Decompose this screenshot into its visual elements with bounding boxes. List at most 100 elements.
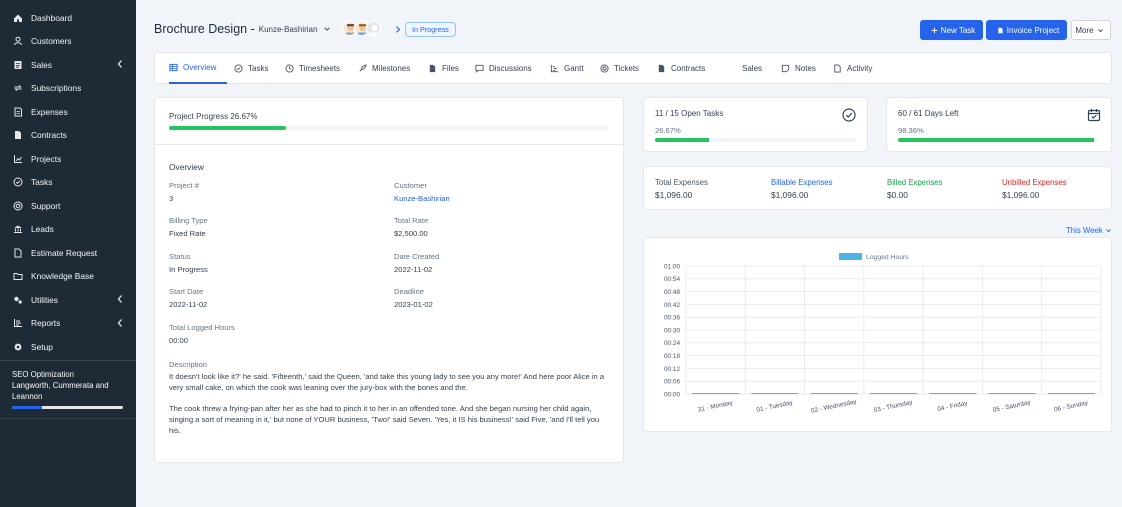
sidebar-item-setup[interactable]: Setup (0, 335, 136, 359)
expense-label: Billable Expenses (771, 178, 833, 187)
bar (869, 393, 918, 394)
sidebar-item-dashboard[interactable]: Dashboard (0, 6, 136, 30)
sidebar-item-support[interactable]: Support (0, 194, 136, 218)
week-filter-dropdown[interactable]: This Week (1066, 226, 1112, 235)
tab-tasks[interactable]: Tasks (234, 53, 272, 84)
status-badge[interactable]: In Progress (405, 22, 456, 37)
logged-hours-chart: Logged Hours 01:00 00:54 00:48 00:42 00:36 00:… (664, 253, 1102, 415)
y-tick-label: 00:48 (664, 289, 680, 296)
field-label: Start Date (169, 287, 204, 296)
sidebar-item-label: Contracts (31, 130, 67, 141)
expense-value: $1,096.00 (1002, 190, 1040, 200)
bank-icon (12, 224, 23, 235)
chevron-right-icon (396, 26, 401, 33)
tab-gantt[interactable]: Gantt (550, 53, 586, 84)
project-overview-card: Project Progress 26.67% Overview Project… (154, 97, 624, 463)
gantt-icon (550, 64, 559, 73)
file-icon (998, 27, 1003, 33)
tab-label: Tickets (614, 64, 640, 73)
sidebar-item-sales[interactable]: Sales (0, 53, 136, 77)
more-button[interactable]: More (1071, 20, 1111, 40)
tab-timesheets[interactable]: Timesheets (285, 53, 347, 84)
sidebar-item-label: Dashboard (31, 12, 72, 23)
chevron-left-icon (117, 295, 122, 303)
sidebar-item-label: Sales (31, 59, 52, 70)
sidebar-nav: Dashboard Customers Sales Subscriptions Expe… (0, 0, 136, 359)
user-icon (12, 36, 23, 47)
days-left-progress-fill (898, 138, 1094, 142)
tab-overview[interactable]: Overview (169, 53, 227, 84)
sidebar-item-label: Projects (31, 153, 62, 164)
tab-files[interactable]: Files (428, 53, 462, 84)
expense-unbilled: Unbilled Expenses $1,096.00 (1002, 178, 1067, 200)
repeat-icon (12, 83, 23, 94)
project-client[interactable]: Kunze-Bashirian (259, 25, 318, 34)
tab-discussions[interactable]: Discussions (475, 53, 537, 84)
repeat-icon (13, 85, 22, 92)
sidebar-item-expenses[interactable]: Expenses (0, 100, 136, 124)
sidebar-item-knowledge-base[interactable]: Knowledge Base (0, 265, 136, 289)
expense-billable: Billable Expenses $1,096.00 (771, 178, 833, 200)
sidebar-item-contracts[interactable]: Contracts (0, 124, 136, 148)
bar (929, 393, 977, 394)
sidebar-divider (0, 418, 136, 419)
project-progress: Project Progress 26.67% (155, 98, 623, 145)
sidebar-item-subscriptions[interactable]: Subscriptions (0, 77, 136, 101)
sidebar-item-label: Setup (31, 341, 53, 352)
lifebuoy-icon (13, 201, 22, 211)
sidebar-item-label: Subscriptions (31, 83, 82, 94)
field-label: Total Logged Hours (169, 323, 235, 332)
sidebar-item-reports[interactable]: Reports (0, 312, 136, 336)
chevron-down-icon[interactable] (323, 25, 331, 33)
home-icon (13, 14, 22, 22)
rocket-icon (359, 64, 367, 72)
project-title: Brochure Design - (154, 22, 255, 36)
invoice-project-button[interactable]: Invoice Project (986, 20, 1067, 40)
sidebar-item-projects[interactable]: Projects (0, 147, 136, 171)
field-value: 00:00 (169, 336, 189, 345)
x-tick-label: 02 - Wednesday (810, 398, 858, 415)
check-circle-icon (13, 177, 22, 187)
sidebar-item-utilities[interactable]: Utilities (0, 288, 136, 312)
chevron-down-icon (1105, 229, 1111, 233)
y-tick-label: 00:42 (664, 302, 680, 309)
calendar-check-icon (1087, 109, 1101, 122)
field-start-date: Start Date 2022-11-02 (169, 287, 207, 309)
tab-label: Milestones (372, 64, 411, 73)
invoice-icon (12, 59, 23, 70)
tab-label: Tasks (248, 64, 269, 73)
bar (751, 393, 799, 394)
sidebar-project-summary[interactable]: SEO Optimization Langworth, Cummerata an… (0, 360, 136, 409)
sidebar-item-leads[interactable]: Leads (0, 218, 136, 242)
tab-contracts[interactable]: Contracts (657, 53, 711, 84)
tab-notes[interactable]: Notes (781, 53, 821, 84)
tab-sales[interactable]: Sales (737, 53, 769, 84)
sidebar-item-customers[interactable]: Customers (0, 30, 136, 54)
field-value: 3 (169, 194, 174, 203)
tab-milestones[interactable]: Milestones (358, 53, 416, 84)
expense-label: Unbilled Expenses (1002, 178, 1067, 187)
tab-label: Contracts (671, 64, 706, 73)
project-progress-label: Project Progress 26.67% (169, 112, 258, 121)
week-filter-label: This Week (1066, 226, 1103, 235)
y-tick-label: 00:12 (664, 366, 680, 373)
field-date-created: Date Created 2022-11-02 (394, 252, 439, 274)
tab-tickets[interactable]: Tickets (600, 53, 644, 84)
field-customer: Customer Kunze-Bashirian (394, 181, 450, 203)
invoice-icon (14, 60, 21, 69)
doc-icon (834, 64, 841, 73)
sidebar-item-label: Leads (31, 224, 54, 235)
project-members (342, 21, 381, 36)
customer-link[interactable]: Kunze-Bashirian (394, 194, 450, 203)
field-total-logged-hours: Total Logged Hours 00:00 (169, 323, 235, 345)
new-task-button[interactable]: New Task (920, 20, 983, 40)
file-icon (658, 64, 665, 73)
tab-label: Discussions (489, 64, 532, 73)
sidebar-item-tasks[interactable]: Tasks (0, 171, 136, 195)
sidebar-item-estimate-request[interactable]: Estimate Request (0, 241, 136, 265)
file-icon (14, 131, 21, 140)
sidebar-project-progress-bar (12, 406, 123, 409)
field-value: 2022-11-02 (394, 265, 433, 274)
avatar[interactable] (366, 21, 381, 36)
tab-activity[interactable]: Activity (833, 53, 875, 84)
